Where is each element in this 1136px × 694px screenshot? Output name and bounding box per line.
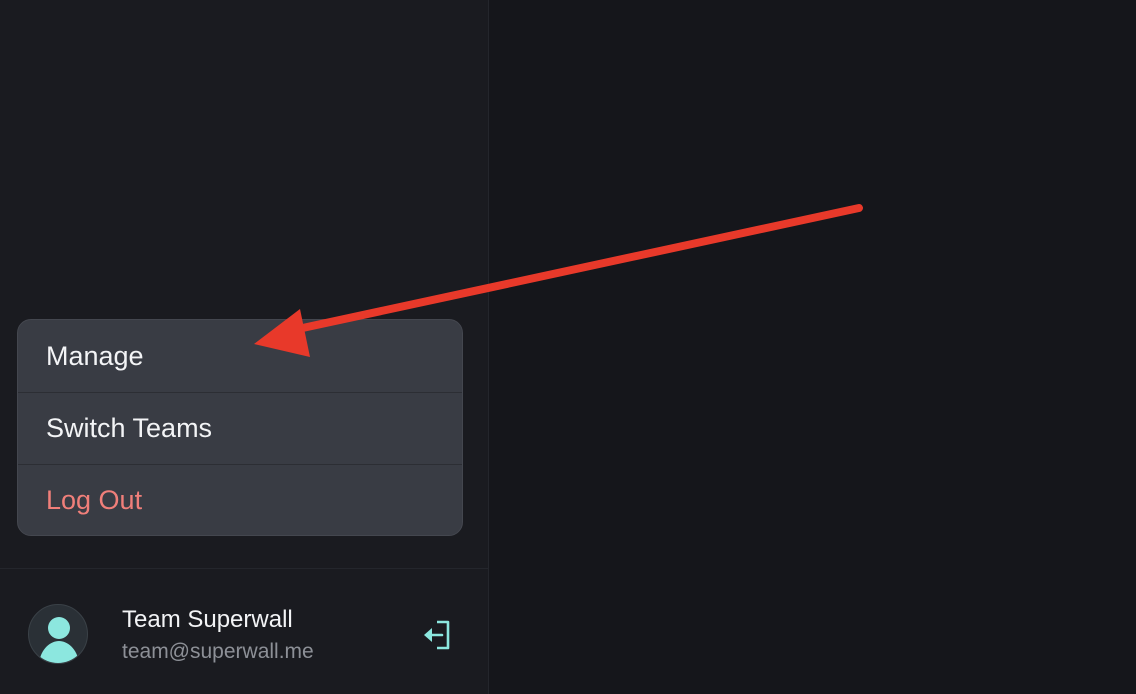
app-window: Manage Switch Teams Log Out Team Superwa…: [0, 0, 1136, 694]
main-content: [489, 0, 1136, 694]
avatar-silhouette: [39, 617, 79, 663]
account-email: team@superwall.me: [122, 640, 314, 663]
logout-glyph: [424, 620, 450, 650]
sidebar: Manage Switch Teams Log Out Team Superwa…: [0, 0, 489, 694]
logout-icon[interactable]: [420, 617, 456, 653]
switch-teams-menu-item[interactable]: Switch Teams: [18, 392, 462, 464]
account-name: Team Superwall: [122, 606, 293, 633]
team-menu: Manage Switch Teams Log Out: [17, 319, 463, 536]
log-out-menu-item[interactable]: Log Out: [18, 464, 462, 535]
manage-menu-item[interactable]: Manage: [18, 320, 462, 392]
user-avatar-icon: [28, 604, 88, 664]
account-footer[interactable]: Team Superwall team@superwall.me: [0, 568, 488, 694]
